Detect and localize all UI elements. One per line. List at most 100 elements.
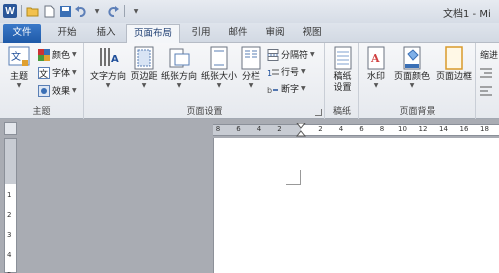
tab-insert[interactable]: 插入	[89, 24, 123, 43]
margins-icon	[133, 46, 155, 70]
page-background-group-label: 页面背景	[399, 107, 436, 117]
ruler-tick-label: 1	[7, 191, 12, 199]
svg-text:文: 文	[39, 68, 48, 79]
draft-settings-label: 稿纸 设置	[333, 72, 352, 93]
ruler-tick-label: 4	[256, 125, 262, 133]
new-document-icon[interactable]	[42, 4, 56, 18]
ribbon-tabs: 文件 开始 插入 页面布局 引用 邮件 审阅 视图	[0, 23, 499, 44]
margins-button[interactable]: 页边距 ▼	[129, 46, 159, 89]
ribbon: 文 主题 ▼ 颜色 ▼ 文 字体 ▼ 效果 ▼ 主题 A 文字方向 ▼ 页边距 …	[0, 43, 499, 119]
ruler-tick-label: 12	[418, 125, 428, 133]
ruler-tick-label: 2	[7, 211, 12, 219]
svg-text:b: b	[267, 86, 272, 95]
chevron-down-icon: ▼	[310, 51, 315, 58]
paper-size-icon	[208, 46, 230, 70]
draft-settings-button[interactable]: 稿纸 设置	[328, 46, 357, 94]
ruler-tick-label: 2	[277, 125, 282, 133]
indent-button[interactable]: 缩进	[480, 47, 498, 62]
ruler-tick-label: 4	[338, 125, 344, 133]
tab-file[interactable]: 文件	[3, 24, 41, 43]
themes-group-label: 主题	[32, 107, 51, 117]
colors-label: 颜色	[52, 51, 71, 61]
chevron-down-icon: ▼	[176, 82, 182, 89]
effects-button[interactable]: 效果 ▼	[38, 83, 77, 98]
ruler-tick-label: 8	[379, 125, 385, 133]
ruler-tick-label: 18	[480, 125, 489, 133]
line-numbers-label: 行号	[281, 68, 300, 78]
tab-view[interactable]: 视图	[297, 24, 327, 43]
tab-references[interactable]: 引用	[186, 24, 216, 43]
indent-left-icon[interactable]	[480, 65, 492, 80]
save-icon[interactable]	[58, 4, 72, 18]
chevron-down-icon: ▼	[216, 82, 222, 89]
themes-button[interactable]: 文 主题 ▼	[4, 46, 34, 89]
orientation-button[interactable]: 纸张方向 ▼	[159, 46, 199, 89]
vertical-ruler[interactable]: 12345	[4, 138, 17, 273]
columns-button[interactable]: 分栏 ▼	[239, 46, 263, 89]
size-button[interactable]: 纸张大小 ▼	[199, 46, 239, 89]
horizontal-ruler[interactable]: 8 6 4 2 2 4 6 8 10 12 14 16 18	[213, 123, 499, 137]
colors-button[interactable]: 颜色 ▼	[38, 47, 77, 62]
svg-text:1: 1	[267, 69, 272, 78]
page-background-group: A 水印 ▼ 页面颜色 ▼ 页面边框 页面背景	[360, 43, 476, 119]
columns-icon	[240, 46, 262, 70]
ruler-tick-label: 2	[318, 125, 323, 133]
svg-text:A: A	[111, 54, 119, 65]
tab-review[interactable]: 审阅	[260, 24, 290, 43]
ruler-tick-label: 3	[7, 231, 12, 239]
title-bar: W ▼ ▼ 文档1 - Mi	[0, 0, 499, 23]
page-borders-button[interactable]: 页面边框	[434, 46, 474, 83]
fonts-label: 字体	[52, 69, 71, 79]
word-logo-icon[interactable]: W	[3, 4, 17, 18]
undo-icon[interactable]	[74, 4, 88, 18]
tab-mailings[interactable]: 邮件	[223, 24, 253, 43]
watermark-icon: A	[365, 46, 387, 70]
breaks-icon	[267, 48, 279, 61]
breaks-button[interactable]: 分隔符 ▼	[267, 47, 315, 62]
open-folder-icon[interactable]	[26, 4, 40, 18]
indent-right-icon[interactable]	[480, 83, 492, 98]
tab-page-layout[interactable]: 页面布局	[126, 24, 180, 44]
page-color-button[interactable]: 页面颜色 ▼	[392, 46, 432, 89]
chevron-down-icon: ▼	[409, 82, 415, 89]
colors-icon	[38, 48, 50, 61]
chevron-down-icon: ▼	[105, 82, 111, 89]
tab-home[interactable]: 开始	[50, 24, 84, 43]
ruler-tick-label: 10	[398, 125, 407, 133]
chevron-down-icon[interactable]: ▼	[90, 4, 104, 18]
separator	[21, 5, 22, 17]
ruler-toggle-button[interactable]	[4, 122, 17, 135]
redo-icon[interactable]	[106, 4, 120, 18]
hyphenation-button[interactable]: b 断字 ▼	[267, 81, 306, 96]
watermark-button[interactable]: A 水印 ▼	[362, 46, 390, 89]
ruler-tick-label: 8	[215, 125, 221, 133]
customize-qat-icon[interactable]: ▼	[129, 4, 143, 18]
ruler-tick-label: 6	[236, 125, 241, 133]
chevron-down-icon: ▼	[301, 85, 306, 92]
themes-icon: 文	[8, 46, 30, 70]
ruler-tick-label: 6	[359, 125, 364, 133]
page-color-icon	[401, 46, 423, 70]
ruler-tick-label: 4	[7, 251, 12, 259]
hyphenation-label: 断字	[281, 85, 300, 95]
fonts-button[interactable]: 文 字体 ▼	[38, 65, 77, 80]
svg-text:文: 文	[11, 50, 21, 63]
indent-marker-icon[interactable]	[296, 123, 306, 137]
chevron-down-icon: ▼	[248, 82, 254, 89]
indent-label: 缩进	[480, 51, 499, 61]
ruler-tick-label: 14	[439, 125, 448, 133]
draft-paper-group: 稿纸 设置 稿纸	[326, 43, 359, 119]
draft-paper-group-label: 稿纸	[332, 107, 351, 117]
document-page[interactable]	[213, 138, 499, 273]
svg-text:A: A	[370, 52, 380, 65]
window-title: 文档1 - Mi	[443, 9, 491, 20]
line-numbers-button[interactable]: 1 行号 ▼	[267, 64, 306, 79]
text-direction-button[interactable]: A 文字方向 ▼	[87, 46, 129, 89]
ruler-tick-label: 16	[459, 125, 469, 133]
text-direction-icon: A	[97, 46, 119, 70]
dialog-launcher-icon[interactable]	[315, 109, 322, 116]
page-setup-group: A 文字方向 ▼ 页边距 ▼ 纸张方向 ▼ 纸张大小 ▼ 分栏 ▼ 分隔符 ▼ …	[85, 43, 325, 119]
chevron-down-icon: ▼	[72, 69, 77, 76]
quick-access-toolbar: W ▼ ▼	[3, 4, 143, 18]
fonts-icon: 文	[38, 66, 50, 80]
